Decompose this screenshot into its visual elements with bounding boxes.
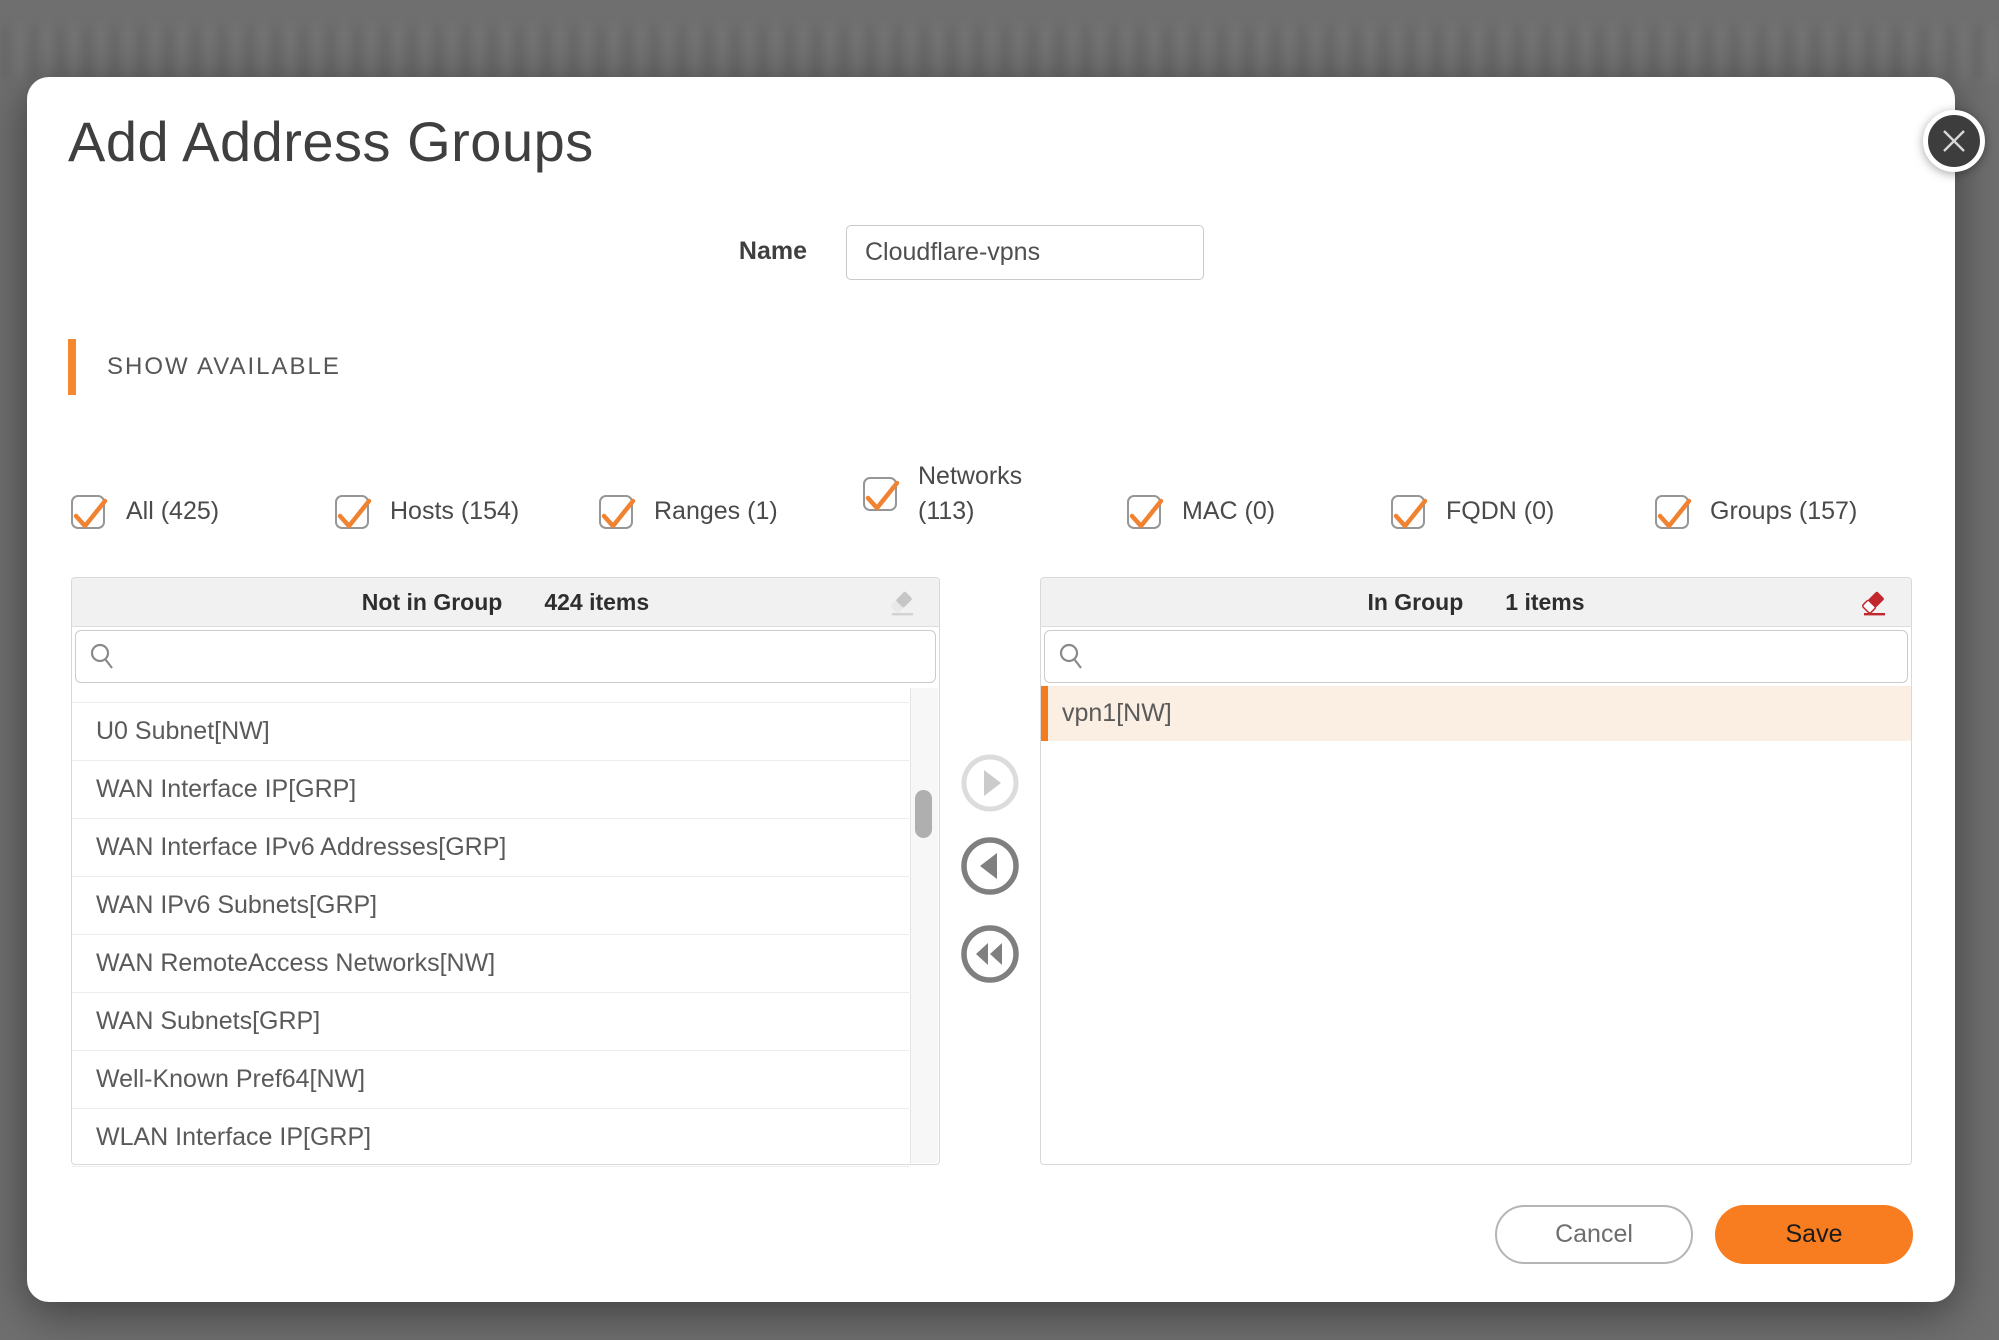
filter-fqdn[interactable]: FQDN (0) [1391,494,1655,529]
filter-networks[interactable]: Networks (113) [863,459,1127,529]
name-input[interactable] [846,225,1204,280]
eraser-icon-red [1859,587,1891,619]
filter-label: Groups (157) [1710,494,1857,529]
list-item[interactable]: WAN RemoteAccess Networks[NW] [72,935,909,993]
panel-item-count: 1 items [1505,589,1584,616]
background-overlay [0,26,1999,80]
list-item[interactable]: WAN Interface IPv6 Addresses[GRP] [72,819,909,877]
not-in-group-panel: Not in Group 424 items [71,577,940,1165]
filter-label: MAC (0) [1182,494,1275,529]
filter-label: Networks (113) [918,459,1044,529]
list-item[interactable]: WAN Interface IP[GRP] [72,761,909,819]
not-in-group-search-input[interactable] [75,630,936,683]
checkbox-checked-icon [1391,495,1425,529]
in-group-list: vpn1[NW] [1041,686,1911,741]
section-accent-bar [68,339,76,395]
save-button[interactable]: Save [1715,1205,1913,1264]
list-row-partial [72,686,909,703]
in-group-search-input[interactable] [1044,630,1908,683]
in-group-panel: In Group 1 items [1040,577,1912,1165]
checkbox-checked-icon [1127,495,1161,529]
filter-mac[interactable]: MAC (0) [1127,494,1391,529]
panel-item-count: 424 items [544,589,649,616]
list-item[interactable]: U0 Subnet[NW] [72,703,909,761]
move-right-button[interactable] [960,753,1020,813]
checkbox-checked-icon [71,495,105,529]
arrow-left-circle-icon [960,836,1020,896]
arrow-right-circle-icon [960,753,1020,813]
filter-label: All (425) [126,494,219,529]
filter-label: FQDN (0) [1446,494,1554,529]
in-group-header: In Group 1 items [1041,578,1911,627]
filter-label: Hosts (154) [390,494,519,529]
name-label: Name [667,237,807,266]
add-address-groups-dialog: Add Address Groups Name SHOW AVAILABLE A… [27,77,1955,1302]
list-item[interactable]: WAN Subnets[GRP] [72,993,909,1051]
double-arrow-left-circle-icon [960,924,1020,984]
eraser-icon [887,587,919,619]
checkbox-checked-icon [335,495,369,529]
filter-all[interactable]: All (425) [71,494,335,529]
list-scrollbar-track[interactable] [910,688,938,1163]
clear-list-button-disabled[interactable] [887,587,919,619]
panel-title: In Group [1367,589,1463,616]
list-item[interactable]: WLAN Interface IP[GRP] [72,1109,909,1167]
filter-label: Ranges (1) [654,494,778,529]
filter-groups[interactable]: Groups (157) [1655,494,1919,529]
move-left-button[interactable] [960,836,1020,896]
checkbox-checked-icon [599,495,633,529]
panel-title: Not in Group [362,589,503,616]
move-all-left-button[interactable] [960,924,1020,984]
filter-ranges[interactable]: Ranges (1) [599,494,863,529]
dialog-title: Add Address Groups [68,109,594,174]
type-filter-row: All (425) Hosts (154) Ranges (1) Network… [71,417,1919,529]
not-in-group-list: U0 Subnet[NW] WAN Interface IP[GRP] WAN … [72,686,939,1167]
not-in-group-header: Not in Group 424 items [72,578,939,627]
selected-list-item[interactable]: vpn1[NW] [1041,686,1911,741]
show-available-header: SHOW AVAILABLE [107,353,341,381]
list-item[interactable]: WAN IPv6 Subnets[GRP] [72,877,909,935]
clear-list-button[interactable] [1859,587,1891,619]
close-icon [1941,128,1967,154]
checkbox-checked-icon [1655,495,1689,529]
cancel-button[interactable]: Cancel [1495,1205,1693,1264]
filter-hosts[interactable]: Hosts (154) [335,494,599,529]
checkbox-checked-icon [863,477,897,511]
list-scrollbar-thumb[interactable] [915,790,932,838]
close-button[interactable] [1923,110,1985,172]
list-item[interactable]: Well-Known Pref64[NW] [72,1051,909,1109]
